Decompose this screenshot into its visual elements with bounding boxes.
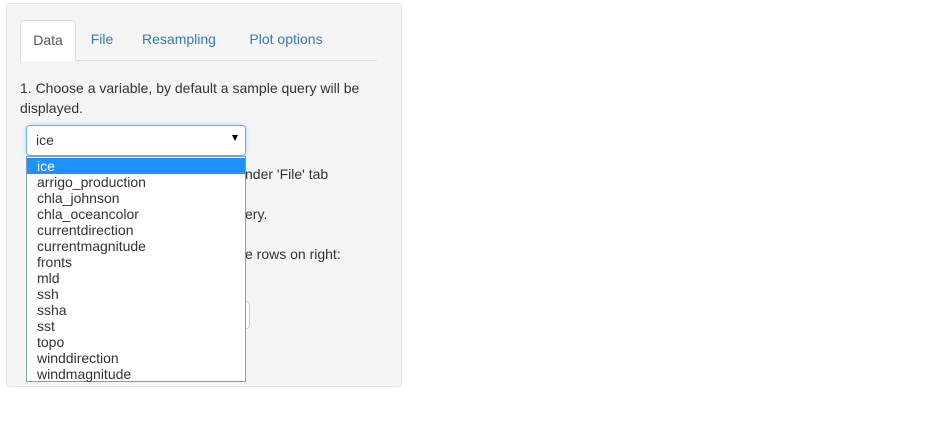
variable-select[interactable]: ice xyxy=(26,125,246,156)
option-winddirection[interactable]: winddirection xyxy=(27,350,245,366)
tab-plot-options[interactable]: Plot options xyxy=(232,20,340,60)
chevron-down-icon xyxy=(232,135,238,141)
option-ice[interactable]: ice xyxy=(27,158,245,174)
option-ssha[interactable]: ssha xyxy=(27,302,245,318)
option-ssh[interactable]: ssh xyxy=(27,286,245,302)
variable-dropdown-list: ice arrigo_production chla_johnson chla_… xyxy=(26,156,246,382)
tab-bar: Data File Resampling Plot options xyxy=(20,20,377,61)
option-chla-oceancolor[interactable]: chla_oceancolor xyxy=(27,206,245,222)
variable-instruction: 1. Choose a variable, by default a sampl… xyxy=(20,80,360,116)
option-arrigo-production[interactable]: arrigo_production xyxy=(27,174,245,190)
option-currentmagnitude[interactable]: currentmagnitude xyxy=(27,238,245,254)
option-currentdirection[interactable]: currentdirection xyxy=(27,222,245,238)
tab-resampling[interactable]: Resampling xyxy=(132,20,226,60)
option-sst[interactable]: sst xyxy=(27,318,245,334)
variable-select-value: ice xyxy=(36,132,54,148)
tab-file[interactable]: File xyxy=(80,20,124,60)
hidden-instruction-file: nder 'File' tab xyxy=(245,166,329,182)
option-fronts[interactable]: fronts xyxy=(27,254,245,270)
hidden-instruction-query: ery. xyxy=(245,206,268,222)
option-mld[interactable]: mld xyxy=(27,270,245,286)
option-topo[interactable]: topo xyxy=(27,334,245,350)
tab-data[interactable]: Data xyxy=(20,20,76,61)
hidden-instruction-rows: e rows on right: xyxy=(245,246,341,262)
option-chla-johnson[interactable]: chla_johnson xyxy=(27,190,245,206)
option-windmagnitude[interactable]: windmagnitude xyxy=(27,366,245,382)
